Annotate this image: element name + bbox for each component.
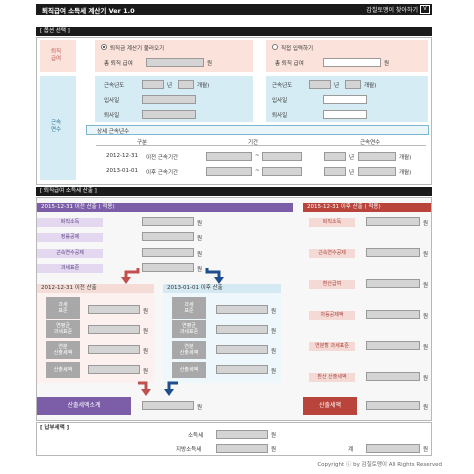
right-total-label: 산출세액 [303,397,357,415]
title-bar: 퇴직급여 소득세 계산기 Ver 1.0 감칠토맹이 찾아하기 V [36,4,432,15]
pay-tag: 퇴직 급여 [40,40,76,72]
right-years-field[interactable] [309,80,331,89]
sub-left-header: 2012-12-31 이전 산출 [37,284,154,293]
option-section-header: [ 옵션 선택 ] [36,27,432,36]
service-tag: 근속 연수 [40,76,76,180]
sub-right-item-2: 연분 산출세액 [172,341,206,359]
right-item-1: 근속연수공제 [309,249,355,258]
left-item-0: 퇴직소득 [37,218,103,227]
sub-left-field-2[interactable] [88,345,140,354]
arrow-merge-blue-icon [164,381,178,396]
left-total-label: 산출세액소계 [37,397,131,415]
calc-section-header: [ 퇴직급여 소득세 산출 ] [36,187,432,196]
local-tax-field[interactable] [216,444,268,453]
left-field-2[interactable] [142,248,194,257]
right-item-2: 환산급여 [309,280,355,289]
right-item-0: 퇴직소득 [309,218,355,227]
app-title: 퇴직급여 소득세 계산기 Ver 1.0 [42,7,135,15]
row1-years-field[interactable] [324,152,346,161]
logo-icon: V [420,5,430,14]
row1-months-field[interactable] [358,152,396,161]
left-item-2: 근속연수공제 [37,249,103,258]
left-field-0[interactable] [142,217,194,226]
right-calc-header: 2015-12-31 이후 산출 ( 적용) [303,203,431,212]
left-total-pay-field[interactable] [146,58,204,67]
copyright: Copyright ⓒ by 감칠토맹이 All Rights Reserved [317,462,442,468]
right-item-4: 연분할 과세표준 [309,342,355,351]
left-item-1: 정률공제 [37,233,103,242]
sub-left-item-3: 산출세액 [46,362,80,378]
tax-section-header: [ 납부세액 ] [40,425,70,431]
right-join-field[interactable] [323,95,367,104]
right-field-0[interactable] [366,217,420,226]
total-tax-field[interactable] [366,444,420,453]
sub-left-field-0[interactable] [88,305,140,314]
left-join-field[interactable] [142,95,196,104]
left-calc-header: 2015-12-31 이전 산출 ( 적용) [37,203,293,212]
arrow-merge-red-icon [138,381,151,396]
arrow-down-red-icon [121,268,140,284]
row2-years-field[interactable] [324,167,346,176]
row1-end-field[interactable] [262,152,302,161]
arrow-down-blue-icon [205,268,224,284]
left-field-1[interactable] [142,232,194,241]
right-leave-field[interactable] [323,110,367,119]
sub-right-item-3: 산출세액 [172,362,206,378]
sub-left-field-1[interactable] [88,325,140,334]
sub-right-header: 2013-01-01 이후 산출 [163,284,281,293]
row1-start-field[interactable] [206,152,252,161]
sub-left-item-1: 연평균 과세표준 [46,320,80,338]
sub-right-item-0: 과세 표준 [172,297,206,319]
sub-right-field-2[interactable] [216,345,268,354]
right-total-pay-field[interactable] [323,58,381,67]
sub-left-item-0: 과세 표준 [46,297,80,319]
left-months-field[interactable] [178,80,194,89]
row2-start-field[interactable] [206,167,252,176]
left-item-3: 과세표준 [37,264,103,273]
right-field-4[interactable] [366,341,420,350]
row2-months-field[interactable] [358,167,396,176]
radio-direct-input[interactable] [272,44,278,50]
right-months-field[interactable] [345,80,361,89]
right-field-1[interactable] [366,248,420,257]
sub-left-field-3[interactable] [88,365,140,374]
detail-service-title: 상세 근속년수 [86,125,429,135]
right-total-field[interactable] [366,401,420,410]
sub-left-item-2: 연분 산출세액 [46,341,80,359]
sub-right-field-3[interactable] [216,365,268,374]
row2-end-field[interactable] [262,167,302,176]
left-years-field[interactable] [142,80,164,89]
left-total-field[interactable] [142,401,194,410]
find-link[interactable]: 감칠토맹이 찾아하기 [366,5,418,14]
sub-right-field-1[interactable] [216,325,268,334]
right-item-5: 환산 산출세액 [309,373,355,382]
right-item-3: 차등공제액 [309,311,355,320]
divider [96,145,426,146]
radio-load-calculator[interactable] [101,44,107,50]
right-field-3[interactable] [366,310,420,319]
left-field-3[interactable] [142,263,194,272]
left-leave-field[interactable] [142,110,196,119]
sub-right-field-0[interactable] [216,305,268,314]
right-field-5[interactable] [366,372,420,381]
right-field-2[interactable] [366,279,420,288]
sub-right-item-1: 연평균 과세표준 [172,320,206,338]
income-tax-field[interactable] [216,430,268,439]
